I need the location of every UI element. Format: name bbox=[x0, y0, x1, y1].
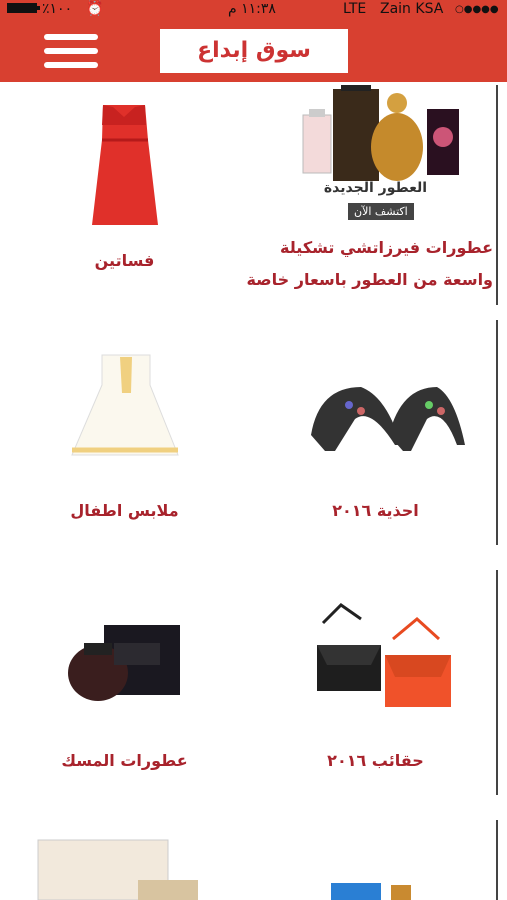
category-dresses[interactable]: فساتين bbox=[0, 85, 249, 335]
signal-icon: ○●●●● bbox=[455, 4, 499, 15]
app-header: سوق إبداع bbox=[0, 20, 507, 82]
category-shoes[interactable]: احذية ٢٠١٦ bbox=[251, 335, 500, 585]
perfume-gift-box-image bbox=[37, 839, 198, 900]
app-title: سوق إبداع bbox=[160, 29, 348, 73]
category-label: ملابس اطفال bbox=[70, 501, 179, 520]
carrier-name: Zain KSA bbox=[380, 1, 444, 17]
red-dress-image bbox=[0, 85, 249, 265]
menu-line bbox=[44, 62, 98, 68]
category-label: حقائب ٢٠١٦ bbox=[327, 751, 424, 770]
promo-text-line: عطورات فيرزاتشي تشكيلة bbox=[280, 238, 493, 257]
category-musk-perfumes[interactable]: عطورات المسك bbox=[0, 585, 249, 835]
perfume-box-image bbox=[0, 585, 249, 765]
category-kids-clothes[interactable]: ملابس اطفال bbox=[0, 335, 249, 585]
category-label: عطورات المسك bbox=[61, 751, 188, 770]
banner-cta-button[interactable]: اكتشف الآن bbox=[348, 203, 414, 220]
hamburger-menu-button[interactable] bbox=[44, 34, 98, 70]
status-bar: ٪١٠٠ ⏰ ١١:٣٨ م LTE Zain KSA ○●●●● bbox=[0, 0, 507, 20]
promo-banner[interactable]: العطور الجديدة اكتشف الآن bbox=[251, 85, 500, 335]
alarm-icon: ⏰ bbox=[86, 1, 104, 17]
menu-line bbox=[44, 34, 98, 40]
menu-line bbox=[44, 48, 98, 54]
handbags-image bbox=[251, 585, 500, 765]
battery-percentage: ٪١٠٠ bbox=[42, 1, 73, 17]
kids-dress-image bbox=[0, 335, 249, 515]
product-tile[interactable] bbox=[0, 835, 249, 900]
column-divider bbox=[496, 320, 498, 545]
category-handbags[interactable]: حقائب ٢٠١٦ bbox=[251, 585, 500, 835]
perfume-bottles-image bbox=[331, 883, 411, 900]
network-type: LTE bbox=[343, 1, 367, 17]
battery-icon bbox=[6, 1, 42, 19]
category-label: فساتين bbox=[94, 251, 155, 270]
banner-caption: العطور الجديدة bbox=[323, 180, 428, 196]
shoes-image bbox=[251, 335, 500, 515]
product-tile[interactable] bbox=[251, 835, 500, 900]
column-divider bbox=[496, 820, 498, 900]
column-divider bbox=[496, 570, 498, 795]
promo-text-line: واسعة من العطور باسعار خاصة bbox=[246, 270, 493, 289]
clock: ١١:٣٨ م bbox=[228, 1, 276, 17]
category-label: احذية ٢٠١٦ bbox=[332, 501, 419, 520]
column-divider bbox=[496, 85, 498, 305]
